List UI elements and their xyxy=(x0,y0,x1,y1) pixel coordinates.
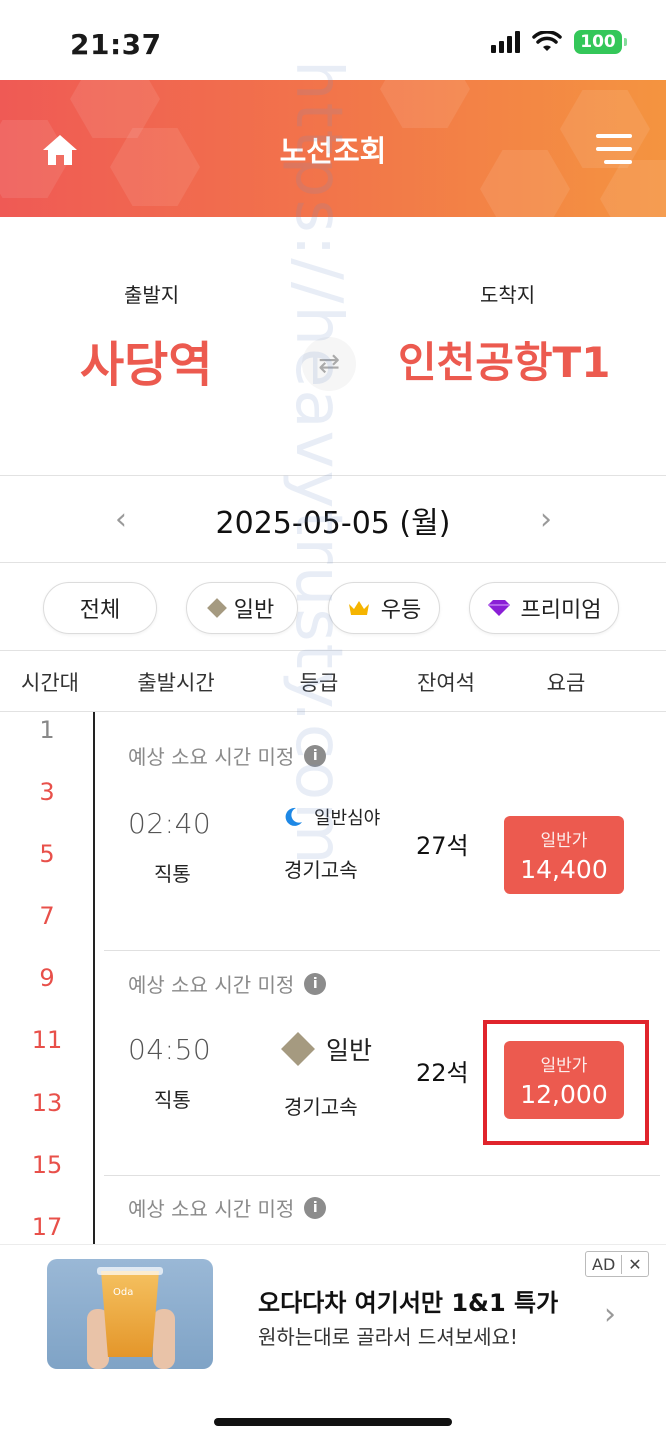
filter-all-chip[interactable]: 전체 xyxy=(43,582,157,634)
departure-time: 02:40 xyxy=(128,807,212,840)
filter-label: 전체 xyxy=(79,598,121,623)
swap-route-button[interactable]: ⇄ xyxy=(302,337,356,391)
info-icon[interactable]: i xyxy=(304,1196,327,1219)
grade-filter-bar: 전체 일반 우등 프리미엄 xyxy=(0,562,666,650)
remaining-seats: 27석 xyxy=(416,832,469,860)
remaining-seats: 22석 xyxy=(416,1059,469,1087)
eta-text: 예상 소요 시간 미정 xyxy=(128,745,295,769)
bus-company: 경기고속 xyxy=(284,1095,358,1119)
info-icon[interactable]: i xyxy=(304,744,327,767)
diamond-icon xyxy=(206,598,227,618)
eta-info: 예상 소요 시간 미정 i xyxy=(128,969,327,998)
ad-label: AD xyxy=(592,1254,616,1274)
hour-marker[interactable]: 13 xyxy=(32,1089,63,1117)
hour-marker[interactable]: 5 xyxy=(39,840,54,868)
next-date-button[interactable]: › xyxy=(540,502,552,537)
schedule-table-header: 시간대 출발시간 등급 잔여석 요금 xyxy=(0,650,666,712)
status-time: 21:37 xyxy=(70,28,162,61)
header-departure-time: 출발시간 xyxy=(137,671,215,695)
grade-info: 일반심야 xyxy=(282,804,380,830)
chevron-right-icon[interactable]: › xyxy=(604,1297,616,1332)
home-indicator[interactable] xyxy=(214,1418,452,1426)
crown-icon xyxy=(348,601,369,615)
route-selector: 출발지 사당역 ⇄ 도착지 인천공항T1 xyxy=(0,217,666,475)
hour-marker[interactable]: 17 xyxy=(32,1213,63,1241)
fare-label: 일반가 xyxy=(540,831,588,851)
date-selector: ‹ 2025-05-05 (월) › xyxy=(0,476,666,562)
grade-label: 일반심야 xyxy=(314,808,381,829)
route-type: 직통 xyxy=(154,862,191,886)
ad-image[interactable]: Oda xyxy=(47,1259,213,1369)
fare-price: 14,400 xyxy=(520,855,608,884)
hamburger-menu-icon[interactable] xyxy=(596,134,632,164)
hour-marker[interactable]: 9 xyxy=(39,964,54,992)
wifi-icon xyxy=(532,31,562,51)
filter-general-chip[interactable]: 일반 xyxy=(186,582,298,634)
hour-marker[interactable]: 1 xyxy=(39,716,54,744)
filter-premium-chip[interactable]: 프리미엄 xyxy=(469,582,619,634)
schedule-card[interactable]: 예상 소요 시간 미정 i xyxy=(102,1176,660,1244)
ad-title: 오다다차 여기서만 1&1 특가 xyxy=(258,1289,559,1317)
time-rail-line xyxy=(93,712,95,1244)
schedule-card[interactable]: 예상 소요 시간 미정 i 02:40 직통 일반심야 경기고속 27석 일반가… xyxy=(102,712,660,950)
departure-station[interactable]: 사당역 xyxy=(80,325,212,395)
hour-marker[interactable]: 7 xyxy=(39,902,54,930)
gem-icon xyxy=(487,600,510,616)
eta-info: 예상 소요 시간 미정 i xyxy=(128,741,327,770)
eta-text: 예상 소요 시간 미정 xyxy=(128,973,295,997)
ad-image-text: Oda xyxy=(113,1287,134,1298)
hour-marker[interactable]: 15 xyxy=(32,1151,63,1179)
eta-info: 예상 소요 시간 미정 i xyxy=(128,1193,327,1222)
grade-info: 일반 xyxy=(281,1031,373,1067)
moon-icon xyxy=(285,807,302,826)
header-fare: 요금 xyxy=(546,671,586,695)
ad-badge: AD ✕ xyxy=(585,1251,649,1277)
info-icon[interactable]: i xyxy=(304,972,327,995)
app-header: 노선조회 xyxy=(0,80,666,217)
filter-label: 일반 xyxy=(233,598,275,623)
header-seats: 잔여석 xyxy=(417,671,475,695)
departure-label: 출발지 xyxy=(124,283,180,307)
highlight-box xyxy=(483,1020,649,1145)
hour-marker[interactable]: 3 xyxy=(39,778,54,806)
diamond-icon xyxy=(281,1032,315,1066)
page-title: 노선조회 xyxy=(279,134,387,168)
eta-text: 예상 소요 시간 미정 xyxy=(128,1197,295,1221)
bus-company: 경기고속 xyxy=(284,858,358,882)
filter-label: 프리미엄 xyxy=(520,598,602,623)
cellular-signal-icon xyxy=(491,31,520,53)
filter-label: 우등 xyxy=(380,598,422,623)
selected-date: 2025-05-05 (월) xyxy=(215,506,451,541)
swap-icon: ⇄ xyxy=(318,349,340,379)
header-grade: 등급 xyxy=(299,671,339,695)
ad-banner[interactable]: Oda 오다다차 여기서만 1&1 특가 원하는대로 골라서 드셔보세요! › … xyxy=(0,1244,666,1382)
battery-icon: 100 xyxy=(574,30,627,54)
ad-subtitle: 원하는대로 골라서 드셔보세요! xyxy=(258,1325,518,1349)
fare-button[interactable]: 일반가 14,400 xyxy=(504,816,624,894)
hour-marker[interactable]: 11 xyxy=(32,1026,63,1054)
status-bar: 21:37 100 xyxy=(0,0,666,80)
header-time-slot: 시간대 xyxy=(21,671,79,695)
arrival-station[interactable]: 인천공항T1 xyxy=(398,329,610,390)
arrival-label: 도착지 xyxy=(480,283,536,307)
departure-time: 04:50 xyxy=(128,1033,212,1066)
grade-label: 일반 xyxy=(326,1036,373,1065)
status-icons: 100 xyxy=(491,30,627,54)
route-type: 직통 xyxy=(154,1088,191,1112)
close-icon[interactable]: ✕ xyxy=(621,1254,647,1274)
filter-premium-class-chip[interactable]: 우등 xyxy=(328,582,440,634)
